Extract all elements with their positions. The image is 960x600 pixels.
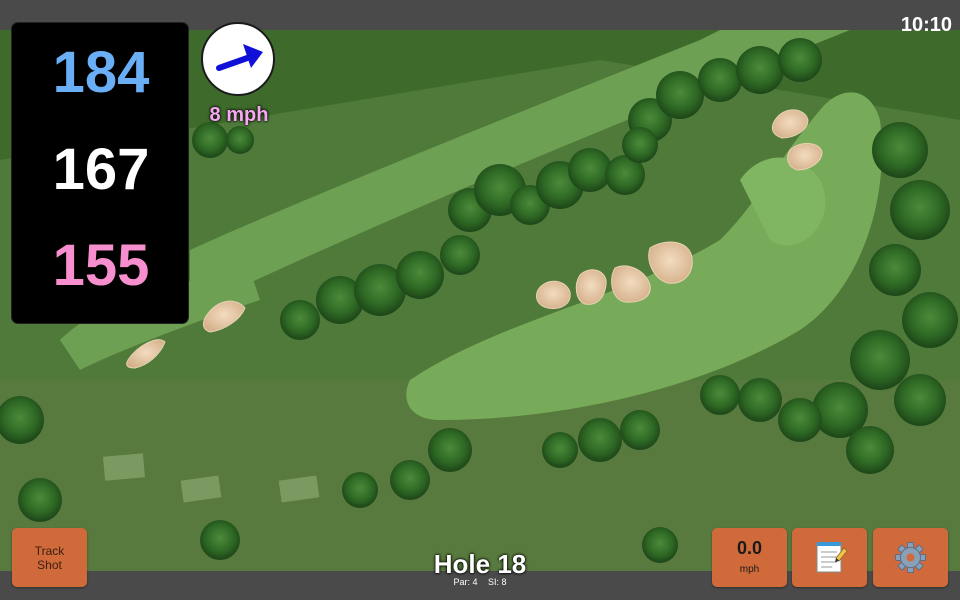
hole-title[interactable]: Hole 18 bbox=[380, 549, 580, 580]
speed-unit: mph bbox=[739, 564, 760, 575]
track-shot-button[interactable]: Track Shot bbox=[12, 528, 87, 587]
middle-yardage: 167 bbox=[52, 137, 150, 202]
gear-icon bbox=[895, 542, 926, 573]
track-shot-label-line2: Shot bbox=[37, 557, 62, 572]
settings-button[interactable] bbox=[873, 528, 948, 587]
notepad-icon bbox=[816, 542, 848, 573]
notes-button[interactable] bbox=[792, 528, 867, 587]
speed-value: 0.0 bbox=[736, 538, 763, 558]
golf-gps-screen: 10:10 184 167 155 8 mph Track Shot Hole … bbox=[0, 0, 960, 600]
back-yardage: 184 bbox=[52, 40, 150, 105]
arrow-right-icon bbox=[216, 44, 263, 71]
yardage-panel[interactable]: 184 167 155 bbox=[11, 22, 189, 324]
hole-meta: Par: 4 SI: 8 bbox=[380, 577, 580, 587]
hole-par: Par: 4 bbox=[453, 577, 478, 587]
wind-speed-label: 8 mph bbox=[209, 104, 269, 126]
clock: 10:10 bbox=[900, 14, 952, 36]
wind-direction-indicator[interactable] bbox=[201, 22, 275, 96]
hole-stroke-index: SI: 8 bbox=[488, 577, 507, 587]
speed-button[interactable]: 0.0 mph bbox=[712, 528, 787, 587]
front-yardage: 155 bbox=[52, 233, 150, 298]
track-shot-label-line1: Track bbox=[34, 543, 65, 558]
